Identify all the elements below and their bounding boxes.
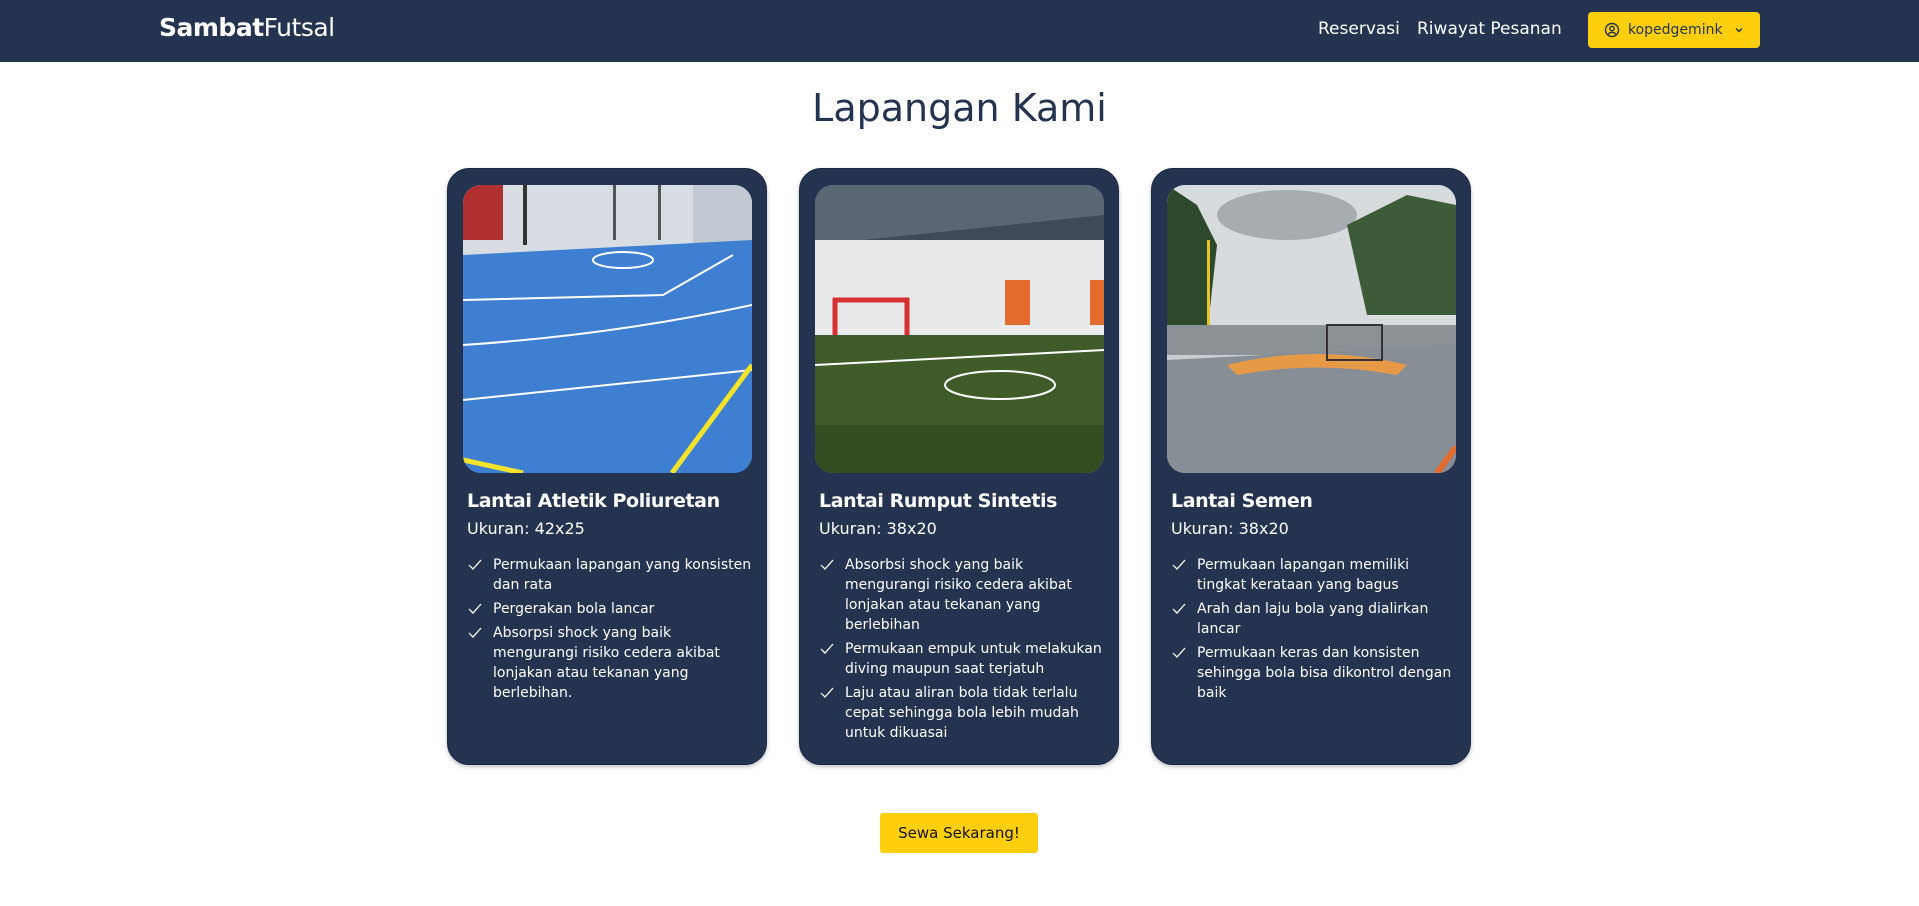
user-menu-button[interactable]: kopedgemink <box>1588 12 1760 48</box>
check-icon <box>1172 647 1186 658</box>
field-card: Lantai Atletik Poliuretan Ukuran: 42x25 … <box>447 168 767 765</box>
brand-bold-text: Sambat <box>159 13 264 42</box>
card-size: Ukuran: 38x20 <box>1171 519 1289 538</box>
feature-text: Pergerakan bola lancar <box>493 601 655 617</box>
navbar: SambatFutsal Reservasi Riwayat Pesanan k… <box>0 0 1919 62</box>
feature-list: Permukaan lapangan yang konsisten dan ra… <box>467 555 752 707</box>
feature-item: Laju atau aliran bola tidak terlalu cepa… <box>819 683 1104 743</box>
feature-list: Permukaan lapangan memiliki tingkat kera… <box>1171 555 1456 707</box>
feature-text: Permukaan empuk untuk melakukan diving m… <box>845 641 1102 677</box>
field-photo-semen <box>1167 185 1456 473</box>
rent-now-button[interactable]: Sewa Sekarang! <box>880 813 1038 853</box>
card-size: Ukuran: 38x20 <box>819 519 937 538</box>
user-name: kopedgemink <box>1628 22 1723 38</box>
brand-logo[interactable]: SambatFutsal <box>159 13 335 42</box>
feature-item: Absorpsi shock yang baik mengurangi risi… <box>467 623 752 703</box>
chevron-down-icon <box>1735 28 1743 33</box>
check-icon <box>820 687 834 698</box>
check-icon <box>1172 559 1186 570</box>
check-icon <box>820 559 834 570</box>
field-photo-rumput-sintetis <box>815 185 1104 473</box>
feature-list: Absorbsi shock yang baik mengurangi risi… <box>819 555 1104 747</box>
card-title: Lantai Atletik Poliuretan <box>467 490 720 512</box>
feature-item: Arah dan laju bola yang dialirkan lancar <box>1171 599 1456 639</box>
user-circle-icon <box>1604 22 1620 38</box>
feature-text: Permukaan lapangan memiliki tingkat kera… <box>1197 557 1410 593</box>
feature-text: Permukaan lapangan yang konsisten dan ra… <box>493 557 752 593</box>
check-icon <box>820 643 834 654</box>
check-icon <box>1172 603 1186 614</box>
card-title: Lantai Semen <box>1171 490 1313 512</box>
feature-text: Absorbsi shock yang baik mengurangi risi… <box>845 557 1072 633</box>
check-icon <box>468 559 482 570</box>
feature-item: Absorbsi shock yang baik mengurangi risi… <box>819 555 1104 635</box>
feature-item: Permukaan lapangan yang konsisten dan ra… <box>467 555 752 595</box>
feature-item: Permukaan lapangan memiliki tingkat kera… <box>1171 555 1456 595</box>
feature-text: Arah dan laju bola yang dialirkan lancar <box>1197 601 1429 637</box>
brand-light-text: Futsal <box>263 13 335 42</box>
card-size: Ukuran: 42x25 <box>467 519 585 538</box>
check-icon <box>468 627 482 638</box>
nav-link-reservasi[interactable]: Reservasi <box>1318 19 1400 39</box>
feature-text: Absorpsi shock yang baik mengurangi risi… <box>493 625 720 701</box>
feature-text: Laju atau aliran bola tidak terlalu cepa… <box>845 685 1079 741</box>
field-card: Lantai Semen Ukuran: 38x20 Permukaan lap… <box>1151 168 1471 765</box>
page-title: Lapangan Kami <box>812 86 1107 130</box>
feature-item: Permukaan keras dan konsisten sehingga b… <box>1171 643 1456 703</box>
field-photo-poliuretan <box>463 185 752 473</box>
field-card: Lantai Rumput Sintetis Ukuran: 38x20 Abs… <box>799 168 1119 765</box>
feature-text: Permukaan keras dan konsisten sehingga b… <box>1197 645 1452 701</box>
card-title: Lantai Rumput Sintetis <box>819 490 1058 512</box>
feature-item: Pergerakan bola lancar <box>467 599 752 619</box>
feature-item: Permukaan empuk untuk melakukan diving m… <box>819 639 1104 679</box>
nav-link-riwayat-pesanan[interactable]: Riwayat Pesanan <box>1417 19 1562 39</box>
check-icon <box>468 603 482 614</box>
